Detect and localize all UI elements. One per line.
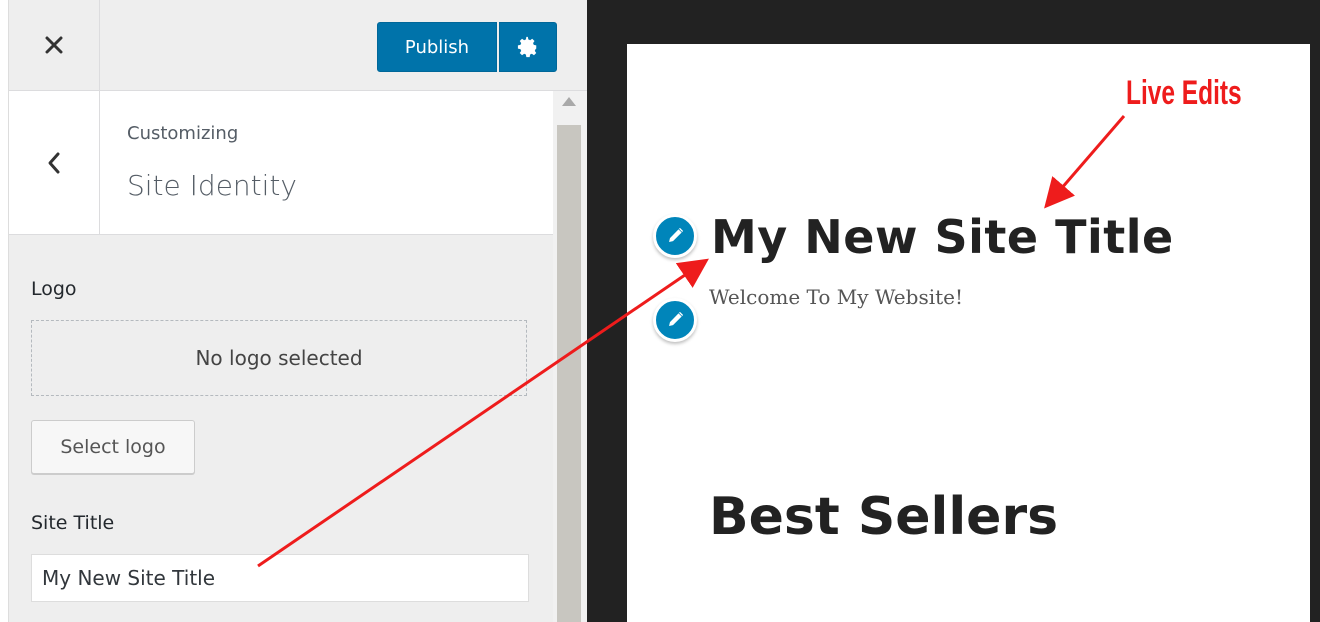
select-logo-button[interactable]: Select logo <box>31 420 195 474</box>
scroll-up-arrow-icon[interactable] <box>562 97 576 106</box>
edit-tagline-shortcut[interactable] <box>653 298 697 342</box>
preview-section-heading: Best Sellers <box>709 487 1059 547</box>
preview-site-title[interactable]: My New Site Title <box>711 210 1174 264</box>
logo-label: Logo <box>31 278 77 300</box>
pencil-icon <box>669 311 684 327</box>
pencil-icon <box>669 227 684 243</box>
panel-scrollbar[interactable] <box>553 91 587 622</box>
live-edits-annotation: Live Edits <box>1126 74 1242 112</box>
chevron-left-icon <box>48 152 60 173</box>
gear-icon <box>517 36 537 58</box>
close-customizer-button[interactable] <box>9 0 100 90</box>
customizer-header: Publish <box>9 0 587 91</box>
site-title-input[interactable]: My New Site Title <box>31 554 529 602</box>
customizer-panel: Publish Customizing Site Identity Logo N… <box>8 0 587 622</box>
section-title: Site Identity <box>127 169 297 202</box>
publish-button[interactable]: Publish <box>377 22 497 72</box>
back-button[interactable] <box>9 91 100 234</box>
section-header: Customizing Site Identity <box>9 91 553 235</box>
publish-settings-button[interactable] <box>499 22 557 72</box>
site-title-label: Site Title <box>31 512 115 534</box>
preview-tagline[interactable]: Welcome To My Website! <box>709 285 963 309</box>
close-icon <box>45 36 63 54</box>
edit-site-title-shortcut[interactable] <box>653 214 697 258</box>
logo-placeholder[interactable]: No logo selected <box>31 320 527 396</box>
screenshot-canvas: Publish Customizing Site Identity Logo N… <box>0 0 1320 622</box>
scroll-thumb[interactable] <box>557 125 581 622</box>
breadcrumb: Customizing <box>127 123 239 144</box>
